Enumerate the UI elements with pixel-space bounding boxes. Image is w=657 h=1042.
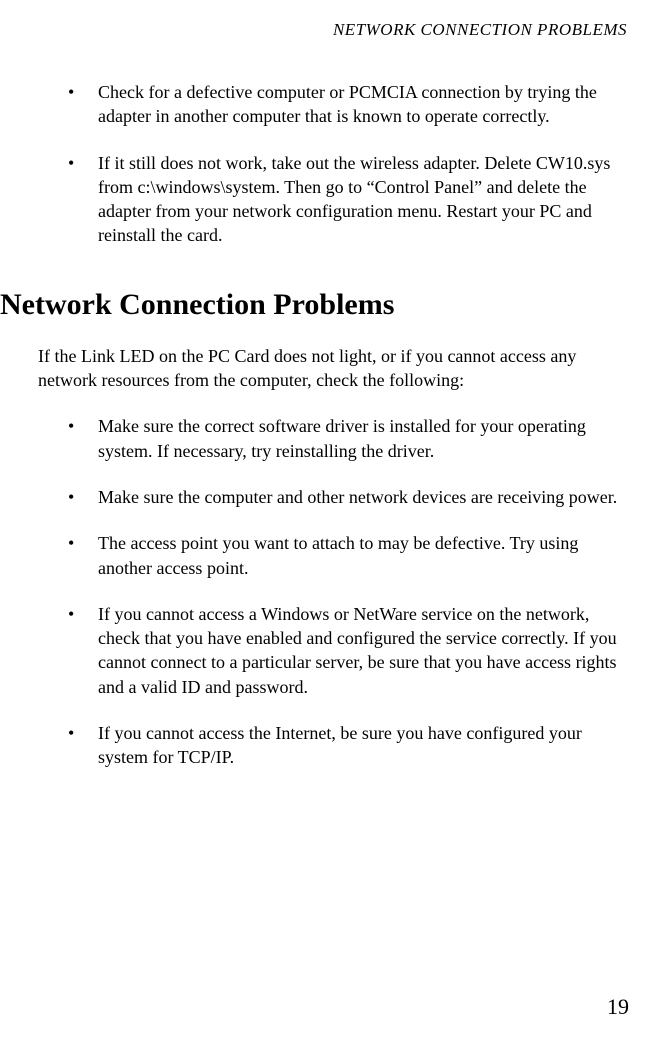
- page-number: 19: [607, 994, 629, 1020]
- section-bullet-list: Make sure the correct software driver is…: [38, 414, 629, 769]
- list-item: If you cannot access a Windows or NetWar…: [38, 602, 629, 699]
- running-header: NETWORK CONNECTION PROBLEMS: [0, 20, 629, 40]
- top-bullet-list: Check for a defective computer or PCMCIA…: [38, 80, 629, 248]
- section-heading: Network Connection Problems: [0, 288, 629, 322]
- list-item: If you cannot access the Internet, be su…: [38, 721, 629, 770]
- list-item: The access point you want to attach to m…: [38, 531, 629, 580]
- intro-paragraph: If the Link LED on the PC Card does not …: [38, 344, 629, 393]
- list-item: Make sure the computer and other network…: [38, 485, 629, 509]
- page-content: Check for a defective computer or PCMCIA…: [0, 80, 629, 770]
- list-item: If it still does not work, take out the …: [38, 151, 629, 248]
- list-item: Check for a defective computer or PCMCIA…: [38, 80, 629, 129]
- list-item: Make sure the correct software driver is…: [38, 414, 629, 463]
- page-container: NETWORK CONNECTION PROBLEMS Check for a …: [0, 0, 657, 1042]
